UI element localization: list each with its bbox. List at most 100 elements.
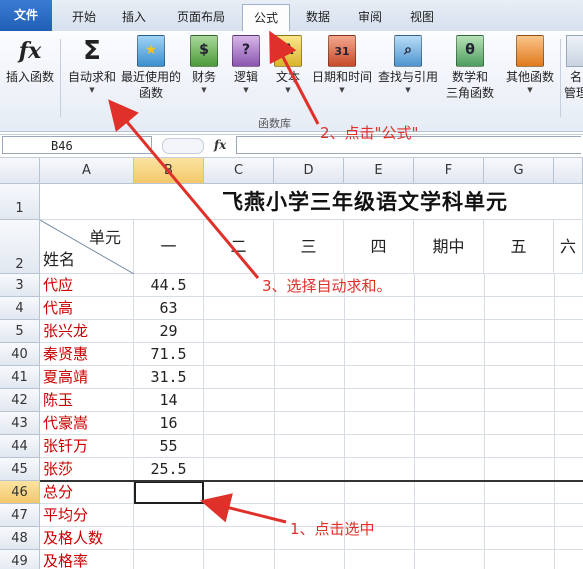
recent-functions-button[interactable]: ★ 最近使用的 函数 (120, 35, 182, 101)
row-header[interactable]: 45 (0, 458, 40, 481)
grid-line (204, 526, 583, 527)
row-header[interactable]: 2 (0, 220, 40, 274)
text-dropdown-icon[interactable]: ▼ (270, 85, 306, 95)
row-header[interactable]: 3 (0, 274, 40, 297)
recent-functions-label-2: 函数 (138, 86, 163, 100)
header-cell[interactable]: 五 (484, 220, 554, 274)
summary-label-cell[interactable]: 及格率 (40, 550, 134, 569)
unit-name-header-cell[interactable]: 单元 姓名 (40, 220, 134, 274)
student-name-cell[interactable]: 夏高靖 (40, 366, 134, 389)
student-name-cell[interactable]: 代豪嵩 (40, 412, 134, 435)
score-cell[interactable]: 25.5 (134, 458, 204, 481)
row-header[interactable]: 5 (0, 320, 40, 343)
column-header-h[interactable] (554, 158, 583, 184)
score-cell[interactable]: 29 (134, 320, 204, 343)
score-cell[interactable]: 55 (134, 435, 204, 458)
name-box[interactable]: B46 (2, 136, 152, 154)
tab-home[interactable]: 开始 (62, 4, 106, 30)
row-header[interactable]: 41 (0, 366, 40, 389)
lookup-label: 查找与引用 (377, 70, 438, 84)
column-header-f[interactable]: F (414, 158, 484, 184)
tab-view[interactable]: 视图 (400, 4, 444, 30)
column-header-b[interactable]: B (134, 158, 204, 184)
header-cell[interactable]: 二 (204, 220, 274, 274)
summary-label-cell[interactable]: 总分 (40, 481, 134, 504)
math-trig-button[interactable]: θ 数学和 三角函数 (440, 35, 500, 101)
student-name-cell[interactable]: 陈玉 (40, 389, 134, 412)
score-cell[interactable]: 71.5 (134, 343, 204, 366)
student-name-cell[interactable]: 张莎 (40, 458, 134, 481)
empty-cell[interactable] (134, 504, 204, 527)
column-header-c[interactable]: C (204, 158, 274, 184)
lookup-dropdown-icon[interactable]: ▼ (376, 85, 440, 95)
tab-insert[interactable]: 插入 (112, 4, 156, 30)
header-cell[interactable]: 一 (134, 220, 204, 274)
autosum-dropdown-icon[interactable]: ▼ (64, 85, 120, 95)
autosum-button[interactable]: Σ 自动求和 ▼ (64, 35, 120, 95)
name-box-splitter[interactable] (162, 138, 204, 154)
tab-formulas[interactable]: 公式 (242, 4, 290, 32)
financial-button[interactable]: $ 财务 ▼ (186, 35, 222, 95)
selected-total-cell[interactable] (134, 481, 204, 504)
sheet-title[interactable]: 飞燕小学三年级语文学科单元 (222, 184, 583, 220)
insert-function-fx-icon[interactable]: fx (214, 136, 234, 154)
row-header[interactable]: 1 (0, 184, 40, 220)
score-cell[interactable]: 63 (134, 297, 204, 320)
row-header[interactable]: 43 (0, 412, 40, 435)
datetime-button[interactable]: 31 日期和时间 ▼ (310, 35, 374, 95)
header-cell[interactable]: 六 (554, 220, 583, 274)
student-name-cell[interactable]: 张钎万 (40, 435, 134, 458)
row-header[interactable]: 4 (0, 297, 40, 320)
score-cell[interactable]: 16 (134, 412, 204, 435)
lookup-button[interactable]: ⌕ 查找与引用 ▼ (376, 35, 440, 95)
datetime-dropdown-icon[interactable]: ▼ (310, 85, 374, 95)
empty-cell[interactable] (134, 550, 204, 569)
student-name-cell[interactable]: 代应 (40, 274, 134, 297)
student-name-cell[interactable]: 秦贤惠 (40, 343, 134, 366)
row-header[interactable]: 48 (0, 527, 40, 550)
grid-line (204, 365, 583, 366)
score-cell[interactable]: 14 (134, 389, 204, 412)
financial-dropdown-icon[interactable]: ▼ (186, 85, 222, 95)
row-header[interactable]: 42 (0, 389, 40, 412)
name-tag-icon (566, 35, 583, 67)
recent-functions-label-1: 最近使用的 (120, 70, 181, 84)
column-header-a[interactable]: A (40, 158, 134, 184)
thick-border (40, 480, 583, 482)
tab-page-layout[interactable]: 页面布局 (166, 4, 236, 30)
select-all-corner[interactable] (0, 158, 40, 184)
header-cell[interactable]: 四 (344, 220, 414, 274)
more-functions-dropdown-icon[interactable]: ▼ (502, 85, 558, 95)
insert-function-label: 插入函数 (5, 70, 54, 84)
row-header-selected[interactable]: 46 (0, 481, 40, 504)
text-button[interactable]: A 文本 ▼ (270, 35, 306, 95)
ribbon-divider (560, 39, 561, 117)
insert-function-button[interactable]: fx 插入函数 (4, 35, 56, 85)
header-cell[interactable]: 三 (274, 220, 344, 274)
column-header-d[interactable]: D (274, 158, 344, 184)
summary-label-cell[interactable]: 平均分 (40, 504, 134, 527)
summary-label-cell[interactable]: 及格人数 (40, 527, 134, 550)
text-label: 文本 (275, 70, 300, 84)
grid-line (204, 549, 583, 550)
row-header[interactable]: 44 (0, 435, 40, 458)
student-name-cell[interactable]: 代高 (40, 297, 134, 320)
row-header[interactable]: 40 (0, 343, 40, 366)
student-name-cell[interactable]: 张兴龙 (40, 320, 134, 343)
more-functions-button[interactable]: 其他函数 ▼ (502, 35, 558, 95)
score-cell[interactable]: 44.5 (134, 274, 204, 297)
column-header-e[interactable]: E (344, 158, 414, 184)
name-manager-button[interactable]: 名 管理 (564, 35, 583, 101)
logical-dropdown-icon[interactable]: ▼ (228, 85, 264, 95)
logical-button[interactable]: ? 逻辑 ▼ (228, 35, 264, 95)
row-header[interactable]: 47 (0, 504, 40, 527)
score-cell[interactable]: 31.5 (134, 366, 204, 389)
tab-file[interactable]: 文件 (0, 0, 52, 31)
column-header-g[interactable]: G (484, 158, 554, 184)
tab-review[interactable]: 审阅 (348, 4, 392, 30)
empty-cell[interactable] (134, 527, 204, 550)
row-header[interactable]: 49 (0, 550, 40, 569)
tab-data[interactable]: 数据 (296, 4, 340, 30)
math-trig-label-2: 三角函数 (445, 86, 494, 100)
header-cell[interactable]: 期中 (414, 220, 484, 274)
